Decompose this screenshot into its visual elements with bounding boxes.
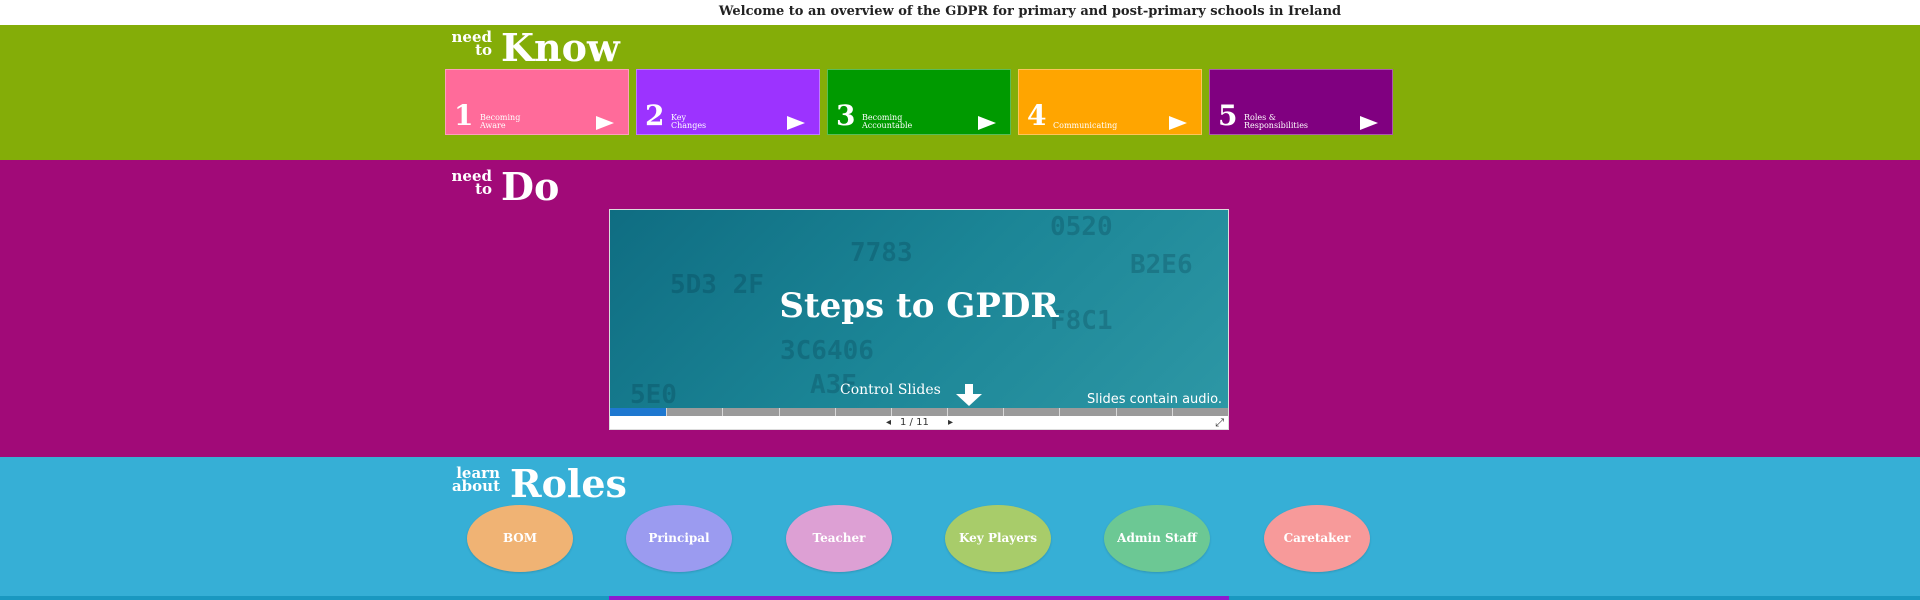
fullscreen-icon[interactable]: ⤢ <box>1215 416 1224 430</box>
section-learn-about-roles: learn about Roles BOM Principal Teacher … <box>0 457 1920 600</box>
tile-number: 3 <box>836 99 856 132</box>
section-need-to-know: need to Know 1 Becoming Aware 2 Key Change… <box>0 25 1920 160</box>
tile-communicating[interactable]: 4 Communicating <box>1018 69 1202 135</box>
down-arrow-icon <box>956 384 982 406</box>
tile-label: Aware <box>480 121 506 130</box>
role-caretaker-button[interactable]: Caretaker <box>1264 505 1370 572</box>
slide-counter: 1 / 11 <box>900 417 929 428</box>
slide-bg-digits: B2E6 <box>1130 250 1193 280</box>
progress-segment-divider <box>1003 408 1004 416</box>
tile-key-changes[interactable]: 2 Key Changes <box>636 69 820 135</box>
play-arrow-icon <box>787 116 805 130</box>
slide-title: Steps to GPDR <box>779 286 1059 326</box>
slide-view[interactable]: 0520 7783 B2E6 5D3 2F 3C6406 F8C1 A3E 5E… <box>610 210 1228 408</box>
slide-bg-digits: 3C6406 <box>780 336 874 366</box>
progress-segment-divider <box>722 408 723 416</box>
tile-label: Changes <box>671 121 707 130</box>
progress-segment-divider <box>947 408 948 416</box>
play-arrow-icon <box>596 116 614 130</box>
progress-segment-divider <box>1116 408 1117 416</box>
slide-bg-digits: 0520 <box>1050 212 1113 242</box>
role-bom-button[interactable]: BOM <box>467 505 573 572</box>
progress-segment-divider <box>1172 408 1173 416</box>
slide-bg-digits: 5E0 <box>630 380 677 408</box>
next-slide-button[interactable]: ▸ <box>948 417 953 428</box>
slideshow-player[interactable]: 0520 7783 B2E6 5D3 2F 3C6406 F8C1 A3E 5E… <box>609 209 1229 430</box>
role-teacher-button[interactable]: Teacher <box>786 505 892 572</box>
progress-segment-divider <box>666 408 667 416</box>
tile-number: 4 <box>1027 99 1047 132</box>
tile-roles-responsibilities[interactable]: 5 Roles & Responsibilities <box>1209 69 1393 135</box>
play-arrow-icon <box>1169 116 1187 130</box>
heading-big-word: Roles <box>510 461 627 506</box>
audio-note: Slides contain audio. <box>1087 392 1222 407</box>
tile-label: Communicating <box>1053 121 1118 130</box>
play-arrow-icon <box>978 116 996 130</box>
progress-segment-divider <box>779 408 780 416</box>
role-admin-staff-button[interactable]: Admin Staff <box>1104 505 1210 572</box>
tile-label: Responsibilities <box>1244 121 1309 130</box>
role-key-players-button[interactable]: Key Players <box>945 505 1051 572</box>
progress-segment-divider <box>891 408 892 416</box>
heading-big-word: Know <box>501 25 620 70</box>
slide-controls: ◂ 1 / 11 ▸ ⤢ <box>610 416 1228 429</box>
role-principal-button[interactable]: Principal <box>626 505 732 572</box>
welcome-text: Welcome to an overview of the GDPR for p… <box>718 4 1342 19</box>
tile-becoming-accountable[interactable]: 3 Becoming Accountable <box>827 69 1011 135</box>
tile-number: 1 <box>454 99 474 132</box>
tile-label: Accountable <box>862 121 913 130</box>
tile-becoming-aware[interactable]: 1 Becoming Aware <box>445 69 629 135</box>
section-need-to-do: need to Do 0520 7783 B2E6 5D3 2F 3C6406 … <box>0 160 1920 457</box>
control-slides-label: Control Slides <box>840 382 941 398</box>
slide-bg-digits: 7783 <box>850 238 913 268</box>
bottom-strip-accent <box>609 596 1229 600</box>
tile-number: 5 <box>1218 99 1238 132</box>
slide-progress-bar[interactable] <box>610 408 1228 416</box>
bottom-strip <box>0 596 1920 600</box>
top-banner: Welcome to an overview of the GDPR for p… <box>0 0 1920 25</box>
previous-slide-button[interactable]: ◂ <box>886 417 891 428</box>
progress-segment-divider <box>835 408 836 416</box>
tile-number: 2 <box>645 99 665 132</box>
heading-small-word: about <box>451 477 500 495</box>
progress-fill <box>610 408 666 416</box>
progress-segment-divider <box>1059 408 1060 416</box>
play-arrow-icon <box>1360 116 1378 130</box>
heading-big-word: Do <box>501 164 560 209</box>
